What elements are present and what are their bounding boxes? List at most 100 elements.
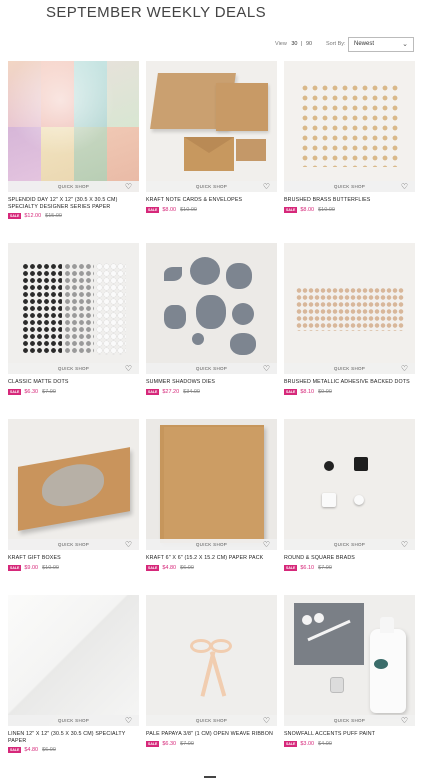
view-count-current[interactable]: 30 — [291, 41, 297, 47]
heart-icon[interactable]: ♡ — [401, 364, 408, 373]
heart-icon[interactable]: ♡ — [401, 182, 408, 191]
product-name[interactable]: KRAFT 6" X 6" (15.2 X 15.2 CM) PAPER PAC… — [146, 555, 277, 562]
product-card[interactable]: QUICK SHOP ♡ LINEN 12" X 12" (30.5 X 30.… — [8, 595, 139, 754]
sale-price: $8.00 — [300, 206, 315, 213]
sale-price: $3.00 — [300, 740, 315, 747]
original-price: $9.00 — [318, 388, 332, 395]
sale-badge: SALE — [284, 206, 298, 213]
sale-badge: SALE — [284, 564, 298, 571]
price-row: SALE $6.10 $7.00 — [284, 564, 415, 572]
price-row: SALE $3.00 $4.00 — [284, 740, 415, 748]
product-card[interactable]: QUICK SHOP ♡ PALE PAPAYA 3/8" (1 CM) OPE… — [146, 595, 277, 748]
sort-label: Sort By: — [326, 41, 346, 47]
quick-shop-button[interactable]: QUICK SHOP — [146, 715, 277, 726]
sale-badge: SALE — [8, 564, 22, 571]
original-price: $34.00 — [183, 388, 200, 395]
product-name[interactable]: LINEN 12" X 12" (30.5 X 30.5 CM) SPECIAL… — [8, 731, 139, 744]
product-card[interactable]: QUICK SHOP ♡ KRAFT NOTE CARDS & ENVELOPE… — [146, 61, 277, 214]
heart-icon[interactable]: ♡ — [263, 540, 270, 549]
price-row: SALE $6.30 $7.00 — [146, 740, 277, 748]
quick-shop-button[interactable]: QUICK SHOP — [8, 181, 139, 192]
product-image-brass-butterflies[interactable]: QUICK SHOP ♡ — [284, 61, 415, 192]
product-image-kraft-paper-pack[interactable]: QUICK SHOP ♡ — [146, 419, 277, 550]
price-row: SALE $8.00 $10.00 — [284, 206, 415, 214]
sale-badge: SALE — [146, 206, 160, 213]
price-row: SALE $9.00 $10.00 — [8, 564, 139, 572]
product-image-brads[interactable]: QUICK SHOP ♡ — [284, 419, 415, 550]
heart-icon[interactable]: ♡ — [125, 182, 132, 191]
sale-badge: SALE — [146, 740, 160, 747]
quick-shop-button[interactable]: QUICK SHOP — [8, 363, 139, 374]
sale-price: $6.30 — [24, 388, 39, 395]
sale-badge: SALE — [146, 564, 160, 571]
product-name[interactable]: SUMMER SHADOWS DIES — [146, 379, 277, 386]
quick-shop-button[interactable]: QUICK SHOP — [8, 539, 139, 550]
product-image-kraft-gift-boxes[interactable]: QUICK SHOP ♡ — [8, 419, 139, 550]
product-name[interactable]: BRUSHED BRASS BUTTERFLIES — [284, 197, 415, 204]
product-card[interactable]: QUICK SHOP ♡ BRUSHED BRASS BUTTERFLIES S… — [284, 61, 415, 214]
product-image-summer-dies[interactable]: QUICK SHOP ♡ — [146, 243, 277, 374]
quick-shop-button[interactable]: QUICK SHOP — [284, 363, 415, 374]
quick-shop-button[interactable]: QUICK SHOP — [284, 715, 415, 726]
original-price: $6.00 — [180, 564, 194, 571]
results-toolbar: View 30 | 90 Sort By: Newest ⌄ — [0, 37, 422, 53]
heart-icon[interactable]: ♡ — [401, 540, 408, 549]
product-image-kraft-cards[interactable]: QUICK SHOP ♡ — [146, 61, 277, 192]
quick-shop-button[interactable]: QUICK SHOP — [146, 181, 277, 192]
original-price: $7.00 — [42, 388, 56, 395]
price-row: SALE $8.10 $9.00 — [284, 388, 415, 396]
quick-shop-button[interactable]: QUICK SHOP — [284, 539, 415, 550]
product-name[interactable]: CLASSIC MATTE DOTS — [8, 379, 139, 386]
sale-price: $4.80 — [24, 747, 39, 754]
heart-icon[interactable]: ♡ — [125, 540, 132, 549]
sale-price: $8.10 — [300, 388, 315, 395]
sale-badge: SALE — [8, 213, 22, 220]
product-name[interactable]: SPLENDID DAY 12" X 12" (30.5 X 30.5 CM) … — [8, 197, 139, 210]
product-image-matte-dots[interactable]: QUICK SHOP ♡ — [8, 243, 139, 374]
product-card[interactable]: QUICK SHOP ♡ SUMMER SHADOWS DIES SALE $2… — [146, 243, 277, 396]
sale-price: $8.00 — [162, 206, 177, 213]
product-card[interactable]: QUICK SHOP ♡ SPLENDID DAY 12" X 12" (30.… — [8, 61, 139, 220]
view-label: View — [275, 41, 287, 47]
heart-icon[interactable]: ♡ — [125, 716, 132, 725]
product-card[interactable]: QUICK SHOP ♡ SNOWFALL ACCENTS PUFF PAINT… — [284, 595, 415, 748]
product-name[interactable]: SNOWFALL ACCENTS PUFF PAINT — [284, 731, 415, 738]
original-price: $6.00 — [42, 747, 56, 754]
original-price: $7.00 — [180, 740, 194, 747]
quick-shop-button[interactable]: QUICK SHOP — [8, 715, 139, 726]
view-count-control: View 30 | 90 — [275, 41, 313, 47]
product-image-dsp-paper[interactable]: QUICK SHOP ♡ — [8, 61, 139, 192]
product-image-papaya-ribbon[interactable]: QUICK SHOP ♡ — [146, 595, 277, 726]
product-name[interactable]: PALE PAPAYA 3/8" (1 CM) OPEN WEAVE RIBBO… — [146, 731, 277, 738]
product-card[interactable]: QUICK SHOP ♡ KRAFT GIFT BOXES SALE $9.00… — [8, 419, 139, 572]
quick-shop-button[interactable]: QUICK SHOP — [146, 539, 277, 550]
price-row: SALE $27.20 $34.00 — [146, 388, 277, 396]
quick-shop-button[interactable]: QUICK SHOP — [146, 363, 277, 374]
quick-shop-button[interactable]: QUICK SHOP — [284, 181, 415, 192]
original-price: $7.00 — [318, 564, 332, 571]
product-card[interactable]: QUICK SHOP ♡ KRAFT 6" X 6" (15.2 X 15.2 … — [146, 419, 277, 572]
heart-icon[interactable]: ♡ — [263, 364, 270, 373]
product-image-linen-paper[interactable]: QUICK SHOP ♡ — [8, 595, 139, 726]
price-row: SALE $4.80 $6.00 — [8, 746, 139, 754]
product-name[interactable]: KRAFT NOTE CARDS & ENVELOPES — [146, 197, 277, 204]
product-image-puff-paint[interactable]: QUICK SHOP ♡ — [284, 595, 415, 726]
sale-badge: SALE — [8, 388, 22, 395]
heart-icon[interactable]: ♡ — [401, 716, 408, 725]
product-card[interactable]: QUICK SHOP ♡ ROUND & SQUARE BRADS SALE $… — [284, 419, 415, 572]
heart-icon[interactable]: ♡ — [125, 364, 132, 373]
sort-dropdown[interactable]: Newest ⌄ — [348, 37, 414, 52]
heart-icon[interactable]: ♡ — [263, 182, 270, 191]
sale-price: $9.00 — [24, 564, 39, 571]
heart-icon[interactable]: ♡ — [263, 716, 270, 725]
product-card[interactable]: QUICK SHOP ♡ BRUSHED METALLIC ADHESIVE B… — [284, 243, 415, 396]
product-card[interactable]: QUICK SHOP ♡ CLASSIC MATTE DOTS SALE $6.… — [8, 243, 139, 396]
product-name[interactable]: BRUSHED METALLIC ADHESIVE BACKED DOTS — [284, 379, 415, 386]
product-image-metallic-dots[interactable]: QUICK SHOP ♡ — [284, 243, 415, 374]
original-price: $10.00 — [42, 564, 59, 571]
view-count-option[interactable]: 90 — [306, 41, 312, 47]
product-name[interactable]: KRAFT GIFT BOXES — [8, 555, 139, 562]
sale-badge: SALE — [146, 388, 160, 395]
product-name[interactable]: ROUND & SQUARE BRADS — [284, 555, 415, 562]
sale-price: $4.80 — [162, 564, 177, 571]
